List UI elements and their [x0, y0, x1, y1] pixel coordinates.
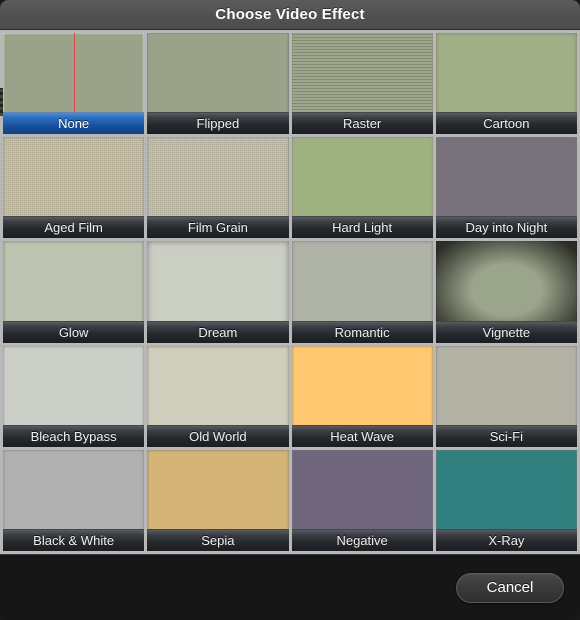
effect-label: Romantic	[291, 320, 433, 343]
background-window-sliver	[0, 88, 3, 116]
effect-label: Film Grain	[147, 216, 289, 239]
effect-label: Cartoon	[435, 112, 577, 135]
effect-label: Dream	[147, 320, 289, 343]
effect-cell-black-white[interactable]: Black & White	[3, 449, 145, 551]
dialog-footer: Cancel	[0, 554, 580, 620]
effect-label: Hard Light	[291, 216, 433, 239]
effect-label: Raster	[291, 112, 433, 135]
effect-label: Bleach Bypass	[3, 424, 145, 447]
effect-label: Sepia	[147, 528, 289, 551]
effect-label: Aged Film	[3, 216, 145, 239]
effect-label: Glow	[3, 320, 145, 343]
choose-video-effect-dialog: Choose Video Effect None Flipped Raster Car…	[0, 0, 580, 620]
effect-grid: None Flipped Raster Cartoon Aged Film Film Gr…	[0, 30, 580, 554]
dialog-titlebar: Choose Video Effect	[0, 0, 580, 30]
effect-label: Vignette	[435, 320, 577, 343]
effect-cell-romantic[interactable]: Romantic	[291, 241, 433, 343]
effect-cell-hard-light[interactable]: Hard Light	[291, 137, 433, 239]
effect-label: None	[3, 112, 145, 135]
effect-label: Heat Wave	[291, 424, 433, 447]
effect-cell-old-world[interactable]: Old World	[147, 345, 289, 447]
dialog-title: Choose Video Effect	[215, 6, 365, 23]
effect-cell-film-grain[interactable]: Film Grain	[147, 137, 289, 239]
effect-cell-sepia[interactable]: Sepia	[147, 449, 289, 551]
effect-label: X-Ray	[435, 528, 577, 551]
effect-cell-x-ray[interactable]: X-Ray	[435, 449, 577, 551]
effect-cell-none[interactable]: None	[3, 33, 145, 135]
effect-cell-flipped[interactable]: Flipped	[147, 33, 289, 135]
effect-cell-vignette[interactable]: Vignette	[435, 241, 577, 343]
effect-cell-bleach-bypass[interactable]: Bleach Bypass	[3, 345, 145, 447]
effect-label: Negative	[291, 528, 433, 551]
effect-label: Black & White	[3, 528, 145, 551]
effect-label: Day into Night	[435, 216, 577, 239]
effect-cell-aged-film[interactable]: Aged Film	[3, 137, 145, 239]
cancel-button[interactable]: Cancel	[456, 572, 564, 603]
effect-cell-negative[interactable]: Negative	[291, 449, 433, 551]
effect-cell-day-into-night[interactable]: Day into Night	[435, 137, 577, 239]
effect-cell-heat-wave[interactable]: Heat Wave	[291, 345, 433, 447]
effect-cell-cartoon[interactable]: Cartoon	[435, 33, 577, 135]
effect-label: Old World	[147, 424, 289, 447]
effect-label: Flipped	[147, 112, 289, 135]
effect-label: Sci-Fi	[435, 424, 577, 447]
effect-cell-dream[interactable]: Dream	[147, 241, 289, 343]
effect-cell-sci-fi[interactable]: Sci-Fi	[435, 345, 577, 447]
effect-cell-raster[interactable]: Raster	[291, 33, 433, 135]
effect-cell-glow[interactable]: Glow	[3, 241, 145, 343]
